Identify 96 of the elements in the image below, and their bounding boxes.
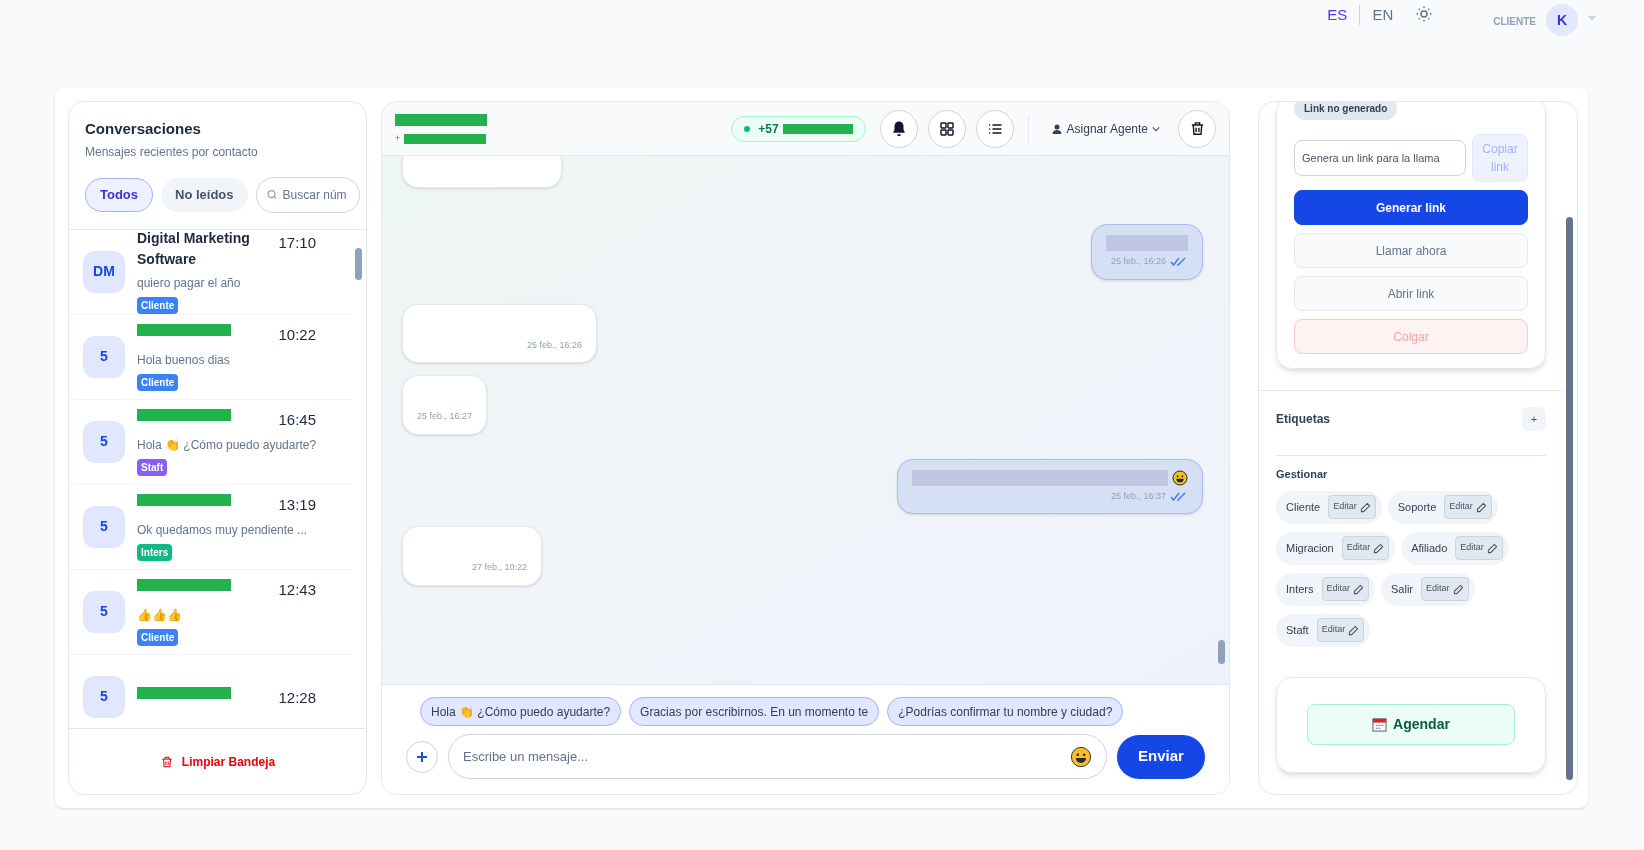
conversation-item[interactable]: 5 16:45 Hola 👏 ¿Cómo puedo ayudarte? Staft	[69, 399, 352, 485]
contact-tag: Cliente	[137, 628, 179, 646]
panel-title: Conversaciones	[85, 119, 202, 139]
conversation-item[interactable]: DM Digital Marketing Software 17:10 quiero pagar el año Cliente	[69, 229, 352, 315]
status-pill: Link no generado	[1294, 102, 1398, 120]
edit-button[interactable]: Editar	[1444, 495, 1492, 519]
message-time: 25 feb., 16:37	[1110, 489, 1166, 503]
message-preview: quiero pagar el año	[137, 274, 242, 292]
conversation-item[interactable]: 5 10:22 Hola buenos dias Cliente	[69, 314, 352, 400]
contact-name: Digital Marketing Software	[137, 229, 251, 269]
assign-agent-dropdown[interactable]: Asignar Agente	[1042, 119, 1168, 138]
icon-button[interactable]	[1178, 109, 1216, 148]
message-preview: Hola 👏 ¿Cómo puedo ayudarte?	[137, 436, 316, 454]
edit-button[interactable]: Editar	[1341, 536, 1390, 560]
avatar[interactable]: K	[1546, 4, 1578, 36]
message-time: 17:10	[278, 232, 316, 253]
contact-avatar: 5	[83, 420, 125, 463]
message-time: 12:43	[278, 580, 316, 601]
message-time: 16:45	[278, 410, 316, 431]
message-preview: 👍👍👍	[137, 606, 183, 624]
tag-label: Soporte	[1397, 499, 1437, 515]
search-field[interactable]: Buscar núm	[282, 185, 359, 204]
message-time: 27 feb., 10:22	[471, 561, 527, 574]
trash-icon	[159, 754, 174, 769]
message-preview: Ok quedamos muy pendiente ...	[137, 521, 309, 539]
search-icon	[265, 188, 278, 201]
pencil-icon	[1353, 583, 1365, 595]
smiley-icon	[1070, 745, 1092, 768]
calendar-icon	[1372, 717, 1388, 732]
message-time: 25 feb., 16:27	[417, 410, 473, 423]
person-icon	[1050, 122, 1063, 135]
quick-reply-chip[interactable]: Gracias por escribirnos. En un momento te	[629, 697, 880, 726]
conversation-item[interactable]: 5 12:43 👍👍👍 Cliente	[69, 569, 352, 655]
filter-tab[interactable]: Todos	[85, 177, 154, 212]
grid-icon	[938, 120, 955, 137]
send-button[interactable]: Enviar	[1117, 734, 1205, 779]
edit-button[interactable]: Editar	[1321, 577, 1370, 601]
role-label: CLIENTE	[1493, 15, 1536, 29]
action-button[interactable]: Llamar ahora	[1294, 233, 1528, 268]
language-option[interactable]: ES	[1327, 4, 1348, 27]
icon-button[interactable]	[975, 109, 1014, 148]
conversation-item[interactable]: 5 13:19 Ok quedamos muy pendiente ... Inters	[69, 484, 352, 570]
contact-tag: Cliente	[137, 296, 179, 314]
quick-reply-chip[interactable]: Hola 👏 ¿Cómo puedo ayudarte?	[420, 697, 622, 726]
contact-avatar: 5	[83, 335, 125, 378]
contact-tag: Inters	[137, 543, 173, 561]
pencil-icon	[1373, 542, 1385, 554]
message-time: 25 feb., 16:26	[1110, 255, 1166, 268]
contact-avatar: 5	[83, 675, 125, 718]
primary-button[interactable]: Generar link	[1294, 190, 1528, 225]
pencil-icon	[1348, 624, 1360, 636]
edit-button[interactable]: Editar	[1455, 536, 1503, 560]
panel-subtitle: Mensajes recientes por contacto	[85, 143, 259, 161]
caret-icon	[1588, 16, 1596, 21]
filter-tab[interactable]: No leídos	[161, 177, 248, 212]
link-field[interactable]: Genera un link para la llama	[1294, 140, 1466, 176]
sun-icon	[1415, 5, 1434, 23]
edit-button[interactable]: Editar	[1421, 577, 1469, 601]
contact-avatar: DM	[83, 250, 125, 293]
contact-tag: Staft	[137, 458, 168, 476]
language-option[interactable]: EN	[1372, 4, 1394, 27]
section-title: Etiquetas	[1276, 411, 1330, 428]
message-field[interactable]: Escribe un mensaje...	[463, 746, 1062, 767]
message-preview: Hola buenos dias	[137, 351, 231, 369]
plus-icon	[416, 750, 428, 763]
pencil-icon	[1359, 501, 1371, 513]
tag-label: Migracion	[1286, 540, 1334, 556]
contact-tag: Cliente	[137, 373, 179, 391]
message-time: 13:19	[278, 495, 316, 516]
icon-button[interactable]	[879, 109, 918, 148]
phone-badge: +57	[731, 115, 866, 142]
edit-button[interactable]: Editar	[1316, 618, 1365, 642]
tag-label: Salir	[1391, 581, 1414, 597]
message-time: 10:22	[278, 325, 316, 346]
tag-label: Inters	[1286, 581, 1314, 597]
pencil-icon	[1475, 501, 1487, 513]
edit-button[interactable]: Editar	[1328, 495, 1376, 519]
message-time: 12:28	[278, 688, 316, 709]
tag-label: Cliente	[1286, 499, 1321, 515]
contact-avatar: 5	[83, 505, 125, 548]
pencil-icon	[1486, 542, 1498, 554]
tag-label: Staft	[1286, 622, 1309, 638]
add-tag-button[interactable]: +	[1522, 407, 1546, 431]
message-time: 25 feb., 16:26	[526, 338, 582, 352]
quick-reply-chip[interactable]: ¿Podrías confirmar tu nombre y ciudad?	[887, 697, 1124, 726]
clear-inbox-button[interactable]: Limpiar Bandeja	[159, 752, 276, 771]
pencil-icon	[1452, 583, 1464, 595]
tag-label: Afiliado	[1411, 540, 1448, 556]
icon-button[interactable]	[927, 109, 966, 148]
schedule-button[interactable]: Agendar	[1307, 704, 1515, 745]
conversation-item[interactable]: 5 12:28	[69, 654, 352, 728]
section-title: Gestionar	[1275, 467, 1329, 482]
contact-avatar: 5	[83, 590, 125, 633]
action-button[interactable]: Abrir link	[1294, 276, 1528, 311]
caret-icon	[1152, 125, 1160, 132]
plus-sign: +	[395, 134, 401, 143]
